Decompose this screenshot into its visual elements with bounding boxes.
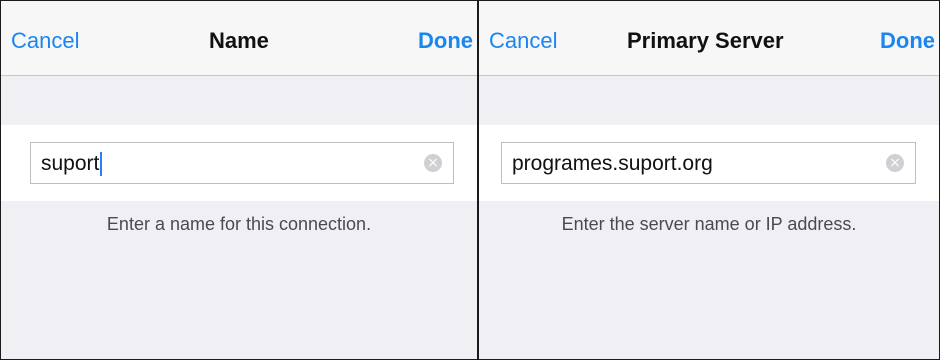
page-title: Primary Server <box>627 28 784 53</box>
server-field-value: programes.suport.org <box>512 152 713 175</box>
cancel-button[interactable]: Cancel <box>11 28 79 54</box>
screenshot-frame: Cancel Name Done suport × Enter a name f… <box>0 0 940 360</box>
server-field[interactable]: programes.suport.org × <box>501 142 916 184</box>
cancel-button[interactable]: Cancel <box>489 28 557 54</box>
clear-icon[interactable]: × <box>886 154 904 172</box>
server-screen: Cancel Primary Server Done programes.sup… <box>479 1 939 359</box>
navigation-bar: Cancel Name Done <box>1 1 477 76</box>
text-cursor <box>100 152 103 176</box>
navigation-bar: Cancel Primary Server Done <box>479 1 939 76</box>
name-field-value: suport <box>41 152 103 176</box>
field-hint: Enter a name for this connection. <box>106 214 372 234</box>
input-section: programes.suport.org × <box>479 125 939 201</box>
page-title: Name <box>209 28 269 53</box>
clear-icon[interactable]: × <box>424 154 442 172</box>
done-button[interactable]: Done <box>880 28 935 54</box>
input-section: suport × <box>1 125 477 201</box>
field-hint: Enter the server name or IP address. <box>561 214 857 234</box>
name-field-text: suport <box>41 152 100 175</box>
name-field[interactable]: suport × <box>30 142 454 184</box>
done-button[interactable]: Done <box>418 28 473 54</box>
name-screen: Cancel Name Done suport × Enter a name f… <box>1 1 477 359</box>
